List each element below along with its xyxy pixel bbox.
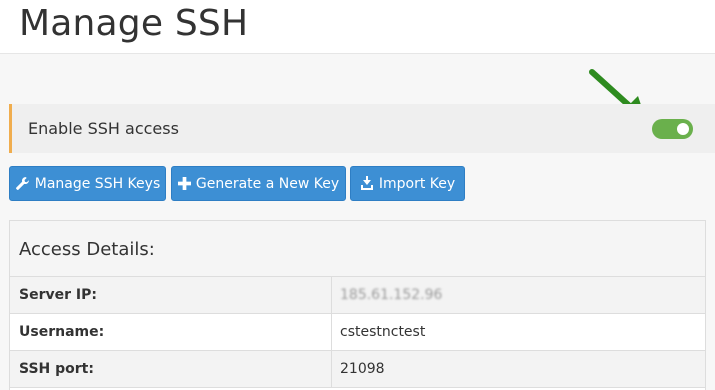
- page-header: Manage SSH: [0, 0, 715, 54]
- table-row: Server IP: 185.61.152.96: [10, 277, 705, 314]
- wrench-icon: [15, 177, 29, 190]
- column-divider: [331, 277, 332, 314]
- access-details-panel: Access Details: Server IP: 185.61.152.96…: [9, 220, 706, 390]
- ssh-port-label: SSH port:: [19, 361, 94, 377]
- server-ip-value: 185.61.152.96: [340, 287, 443, 303]
- enable-ssh-toggle[interactable]: [652, 119, 693, 139]
- table-row: SSH port: 21098: [10, 351, 705, 388]
- username-value: cstestnctest: [340, 324, 426, 340]
- access-details-header: Access Details:: [10, 221, 705, 277]
- import-key-button[interactable]: Import Key: [350, 166, 465, 201]
- ssh-port-value: 21098: [340, 361, 385, 377]
- manage-ssh-keys-button[interactable]: Manage SSH Keys: [9, 166, 166, 201]
- import-icon: [360, 176, 373, 190]
- generate-new-key-button[interactable]: Generate a New Key: [171, 166, 346, 201]
- enable-ssh-row: Enable SSH access: [9, 104, 715, 153]
- manage-ssh-keys-label: Manage SSH Keys: [34, 175, 161, 192]
- toggle-knob: [677, 123, 689, 135]
- username-label: Username:: [19, 324, 105, 340]
- table-row: Username: cstestnctest: [10, 314, 705, 351]
- column-divider: [331, 314, 332, 351]
- server-ip-label: Server IP:: [19, 287, 97, 303]
- access-details-title: Access Details:: [19, 239, 155, 260]
- enable-ssh-label: Enable SSH access: [28, 119, 179, 138]
- page-title: Manage SSH: [19, 3, 249, 44]
- generate-new-key-label: Generate a New Key: [195, 175, 340, 192]
- import-key-label: Import Key: [378, 175, 456, 192]
- plus-icon: [177, 177, 191, 190]
- column-divider: [331, 351, 332, 388]
